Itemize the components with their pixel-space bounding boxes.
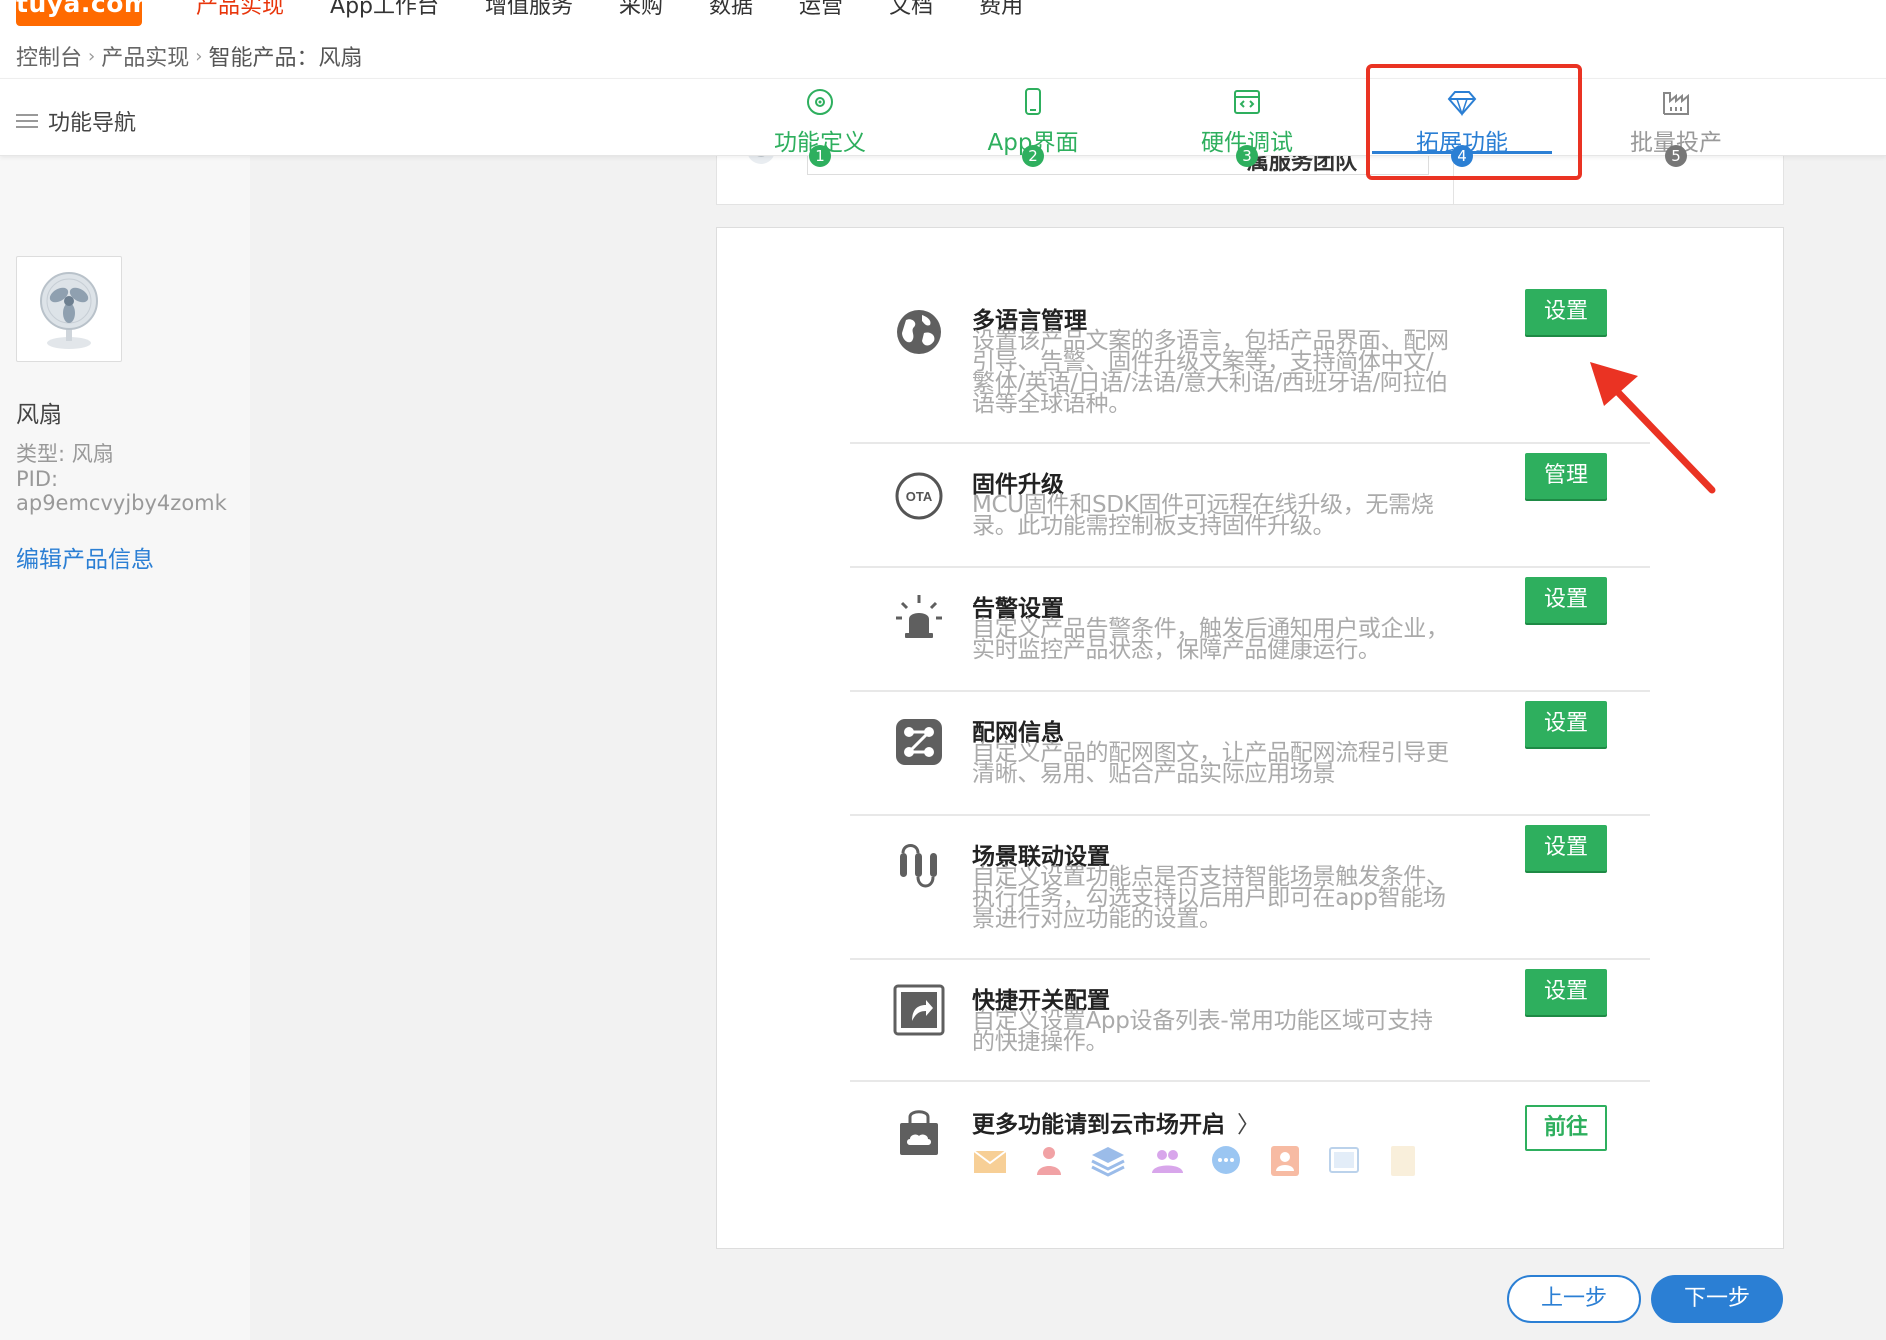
step-number: 5 <box>1665 145 1687 167</box>
product-name: 风扇 <box>16 402 62 428</box>
shortcut-settings-button[interactable]: 设置 <box>1525 969 1607 1015</box>
row-divider <box>850 1080 1650 1082</box>
tuya-logo[interactable]: tuya.com <box>16 0 142 26</box>
chevron-right-icon: 〉 <box>1237 1112 1260 1138</box>
step-number: 2 <box>1022 145 1044 167</box>
menu-item-billing[interactable]: 费用 <box>979 0 1023 20</box>
row-divider <box>850 566 1650 568</box>
shortcut-icon <box>893 984 945 1036</box>
mail-icon <box>973 1150 1007 1173</box>
layers-icon <box>1091 1147 1125 1177</box>
row-divider <box>850 442 1650 444</box>
function-nav-label: 功能导航 <box>48 111 137 136</box>
step-hardware-debug[interactable]: 硬件调试 3 <box>1147 79 1347 167</box>
screen-icon <box>1329 1147 1359 1173</box>
menu-item-product[interactable]: 产品实现 <box>196 0 284 20</box>
menu-item-data[interactable]: 数据 <box>709 0 753 20</box>
previous-step-button[interactable]: 上一步 <box>1507 1275 1641 1323</box>
fan-icon <box>40 272 98 349</box>
row-divider <box>850 958 1650 960</box>
step-app-ui[interactable]: App界面 2 <box>933 79 1133 167</box>
scene-linkage-settings-button[interactable]: 设置 <box>1525 825 1607 871</box>
alarm-settings-button[interactable]: 设置 <box>1525 577 1607 623</box>
step-header: 功能导航 功能定义 1 App界面 2 硬件调试 3 拓展功能 4 批量投产 5 <box>0 78 1886 167</box>
top-nav: tuya.com 产品实现 App工作台 增值服务 采购 数据 运营 文档 费用 <box>0 0 1886 28</box>
function-nav-toggle[interactable]: 功能导航 <box>16 105 136 137</box>
next-step-button[interactable]: 下一步 <box>1651 1275 1783 1323</box>
breadcrumb-product[interactable]: 产品实现 <box>101 40 189 72</box>
product-pid: ap9emcvyjby4zomk <box>16 491 227 515</box>
scene-linkage-icon <box>900 844 937 888</box>
menu-item-docs[interactable]: 文档 <box>889 0 933 20</box>
feature-description: 自定义产品的配网图文，让产品配网流程引导更清晰、易用、贴合产品实际应用场景 <box>972 740 1449 787</box>
menu-item-app-workbench[interactable]: App工作台 <box>330 0 439 20</box>
breadcrumb-current: 智能产品：风扇 <box>208 46 363 71</box>
code-window-icon <box>1234 90 1260 114</box>
multilanguage-settings-button[interactable]: 设置 <box>1525 289 1607 335</box>
factory-icon <box>1663 92 1689 115</box>
row-divider <box>850 690 1650 692</box>
chat-icon <box>1212 1146 1240 1174</box>
feature-description: 自定义设置App设备列表-常用功能区域可支持的快捷操作。 <box>972 1008 1433 1055</box>
network-config-icon <box>896 719 942 765</box>
chevron-right-icon: › <box>195 45 203 67</box>
menu-item-value-added[interactable]: 增值服务 <box>485 0 573 20</box>
ota-icon: OTA <box>895 472 943 520</box>
function-define-icon <box>807 89 833 115</box>
menu-item-purchase[interactable]: 采购 <box>619 0 663 20</box>
phone-icon <box>1025 88 1041 115</box>
edit-product-info-link[interactable]: 编辑产品信息 <box>16 540 154 574</box>
users-icon <box>1152 1150 1183 1173</box>
person-chart-icon <box>1037 1147 1061 1175</box>
feature-description: 设置该产品文案的多语言，包括产品界面、配网引导、告警、固件升级文案等，支持简体中… <box>972 328 1449 417</box>
feature-description: 自定义设置功能点是否支持智能场景触发条件、执行任务，勾选支持以后用户即可在app… <box>972 864 1449 932</box>
cloud-bag-icon <box>900 1110 938 1155</box>
breadcrumb-console[interactable]: 控制台 <box>16 40 82 72</box>
more-features-title[interactable]: 更多功能请到云市场开启 〉 <box>972 1105 1260 1139</box>
menu-icon <box>16 114 38 128</box>
step-function-define[interactable]: 功能定义 1 <box>720 79 920 167</box>
contact-icon <box>1271 1146 1299 1176</box>
row-divider <box>850 814 1650 816</box>
feature-description: 自定义产品告警条件，触发后通知用户或企业，实时监控产品状态，保障产品健康运行。 <box>972 616 1449 663</box>
go-cloud-market-button[interactable]: 前往 <box>1525 1105 1607 1151</box>
step-number: 3 <box>1236 145 1258 167</box>
document-icon <box>1391 1146 1415 1176</box>
step-mass-production[interactable]: 批量投产 5 <box>1576 79 1776 167</box>
globe-icon <box>897 310 941 354</box>
step-number: 1 <box>809 145 831 167</box>
product-image <box>16 256 122 362</box>
cloud-market-icons <box>972 1143 1421 1179</box>
network-config-settings-button[interactable]: 设置 <box>1525 701 1607 747</box>
product-type: 类型: 风扇 <box>16 442 114 466</box>
alarm-light-icon <box>896 595 942 638</box>
breadcrumb: 控制台 › 产品实现 › 智能产品：风扇 <box>16 40 362 72</box>
product-sidebar: 风扇 类型: 风扇 PID: ap9emcvyjby4zomk 编辑产品信息 <box>0 155 250 1340</box>
diamond-icon <box>1447 91 1477 117</box>
firmware-manage-button[interactable]: 管理 <box>1525 453 1607 499</box>
main-menu: 产品实现 App工作台 增值服务 采购 数据 运营 文档 费用 <box>196 0 1069 20</box>
svg-text:OTA: OTA <box>906 489 933 504</box>
chevron-right-icon: › <box>88 45 96 67</box>
menu-item-operation[interactable]: 运营 <box>799 0 843 20</box>
product-pid-label: PID: <box>16 467 59 491</box>
step-extended-features[interactable]: 拓展功能 4 <box>1362 79 1562 167</box>
feature-description: MCU固件和SDK固件可远程在线升级，无需烧录。此功能需控制板支持固件升级。 <box>972 492 1434 539</box>
more-features-label: 更多功能请到云市场开启 <box>972 1112 1225 1138</box>
step-number: 4 <box>1451 145 1473 167</box>
